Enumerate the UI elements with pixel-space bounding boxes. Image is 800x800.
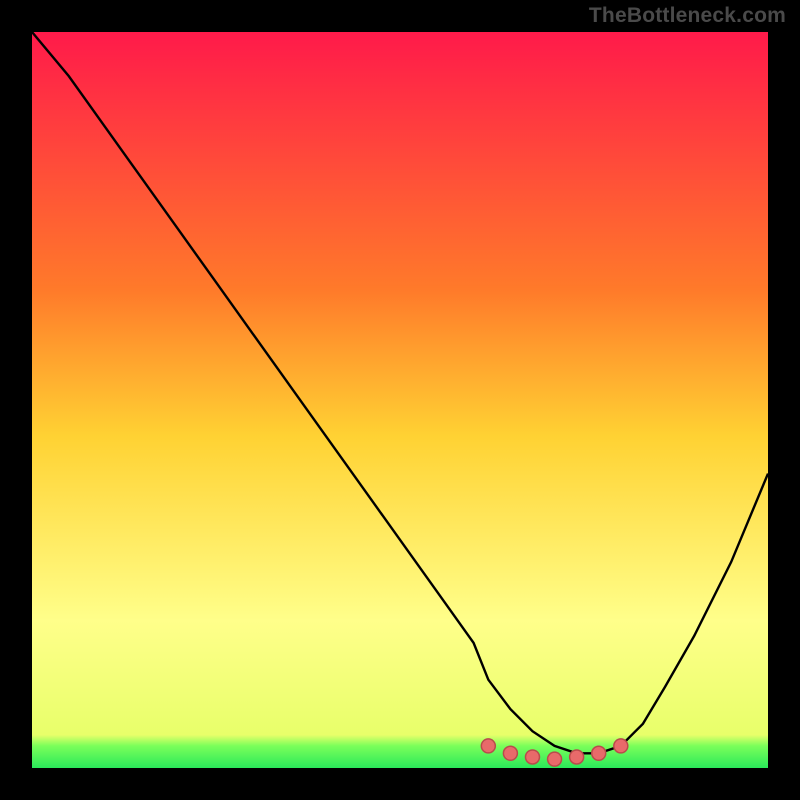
marker-point xyxy=(614,739,628,753)
watermark-text: TheBottleneck.com xyxy=(589,4,786,28)
chart-frame: TheBottleneck.com xyxy=(0,0,800,800)
gradient-background xyxy=(32,32,768,768)
marker-point xyxy=(503,746,517,760)
marker-point xyxy=(481,739,495,753)
marker-point xyxy=(570,750,584,764)
marker-point xyxy=(592,746,606,760)
bottleneck-chart xyxy=(32,32,768,768)
marker-point xyxy=(548,752,562,766)
marker-point xyxy=(525,750,539,764)
